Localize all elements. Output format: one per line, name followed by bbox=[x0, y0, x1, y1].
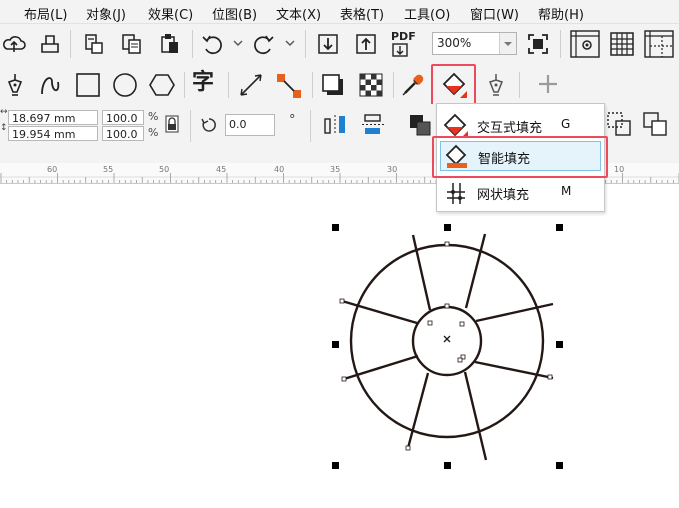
eyedropper-tool-icon[interactable] bbox=[400, 72, 426, 98]
transparency-tool-icon[interactable] bbox=[358, 72, 384, 98]
zoom-dropdown-button[interactable] bbox=[499, 33, 516, 54]
inner-circle bbox=[411, 305, 483, 377]
grid-toggle-icon[interactable] bbox=[608, 30, 636, 58]
connector-tool-icon[interactable] bbox=[275, 72, 303, 100]
rotation-angle-field[interactable]: 0.0 bbox=[225, 114, 275, 136]
flyout-item-mesh-fill[interactable]: 网状填充 M bbox=[437, 177, 602, 207]
degree-symbol: ° bbox=[289, 113, 296, 128]
height-arrow-icon: ↕ bbox=[0, 123, 8, 133]
drop-shadow-icon[interactable] bbox=[320, 72, 346, 98]
pdf-label: PDF bbox=[391, 30, 416, 43]
mirror-horizontal-icon[interactable] bbox=[322, 113, 348, 137]
guidelines-toggle-icon[interactable] bbox=[644, 30, 674, 58]
spoke-line bbox=[463, 371, 488, 461]
pen-tool-icon[interactable] bbox=[4, 72, 26, 98]
flyout-shortcut: G bbox=[561, 117, 571, 131]
flyout-shortcut: M bbox=[561, 184, 572, 198]
menu-bitmaps[interactable]: 位图(B) bbox=[212, 4, 257, 23]
dimension-tool-icon[interactable] bbox=[238, 72, 264, 98]
ruler-label: 30 bbox=[387, 165, 398, 174]
ruler-label: 60 bbox=[47, 165, 58, 174]
ruler-label: 50 bbox=[159, 165, 170, 174]
scale-y-field[interactable]: 100.0 bbox=[102, 126, 144, 141]
flyout-label: 交互式填充 bbox=[477, 121, 543, 136]
zoom-level-combo[interactable]: 300% bbox=[432, 32, 517, 55]
ruler-label: 45 bbox=[216, 165, 227, 174]
chevron-down-icon[interactable] bbox=[285, 38, 295, 48]
ruler-label: 10 bbox=[614, 165, 625, 174]
print-icon[interactable] bbox=[38, 32, 62, 56]
menu-window[interactable]: 窗口(W) bbox=[470, 4, 519, 23]
cloud-upload-icon[interactable] bbox=[2, 32, 26, 56]
add-tool-icon[interactable] bbox=[536, 72, 560, 96]
drawing-canvas[interactable] bbox=[0, 184, 679, 508]
outline-pen-icon[interactable] bbox=[485, 72, 507, 98]
mesh-fill-icon bbox=[447, 183, 465, 204]
center-marker bbox=[443, 335, 451, 343]
selection-handles bbox=[332, 224, 563, 469]
object-width-field[interactable]: 18.697 mm bbox=[8, 110, 98, 125]
full-screen-icon[interactable] bbox=[526, 32, 550, 56]
ellipse-tool-icon[interactable] bbox=[112, 72, 138, 98]
mirror-vertical-icon[interactable] bbox=[360, 113, 386, 137]
undo-icon[interactable] bbox=[200, 32, 224, 56]
spoke-line bbox=[406, 372, 430, 449]
menu-bar: 布局(L) 对象(J) 效果(C) 位图(B) 文本(X) 表格(T) 工具(O… bbox=[0, 0, 679, 24]
rectangle-tool-icon[interactable] bbox=[75, 72, 101, 98]
text-tool-icon[interactable]: 字 bbox=[192, 70, 214, 96]
export-pdf-icon[interactable]: PDF bbox=[390, 30, 418, 58]
scale-x-field[interactable]: 100.0 bbox=[102, 110, 144, 125]
scale-x-percent: % bbox=[148, 110, 159, 123]
trim-objects-icon[interactable] bbox=[642, 111, 670, 139]
lock-ratio-icon[interactable] bbox=[164, 115, 180, 133]
interactive-fill-tool-icon[interactable] bbox=[441, 72, 467, 100]
menu-object[interactable]: 对象(J) bbox=[86, 4, 126, 23]
width-arrow-icon: ↔ bbox=[0, 107, 8, 117]
rotate-icon bbox=[201, 118, 216, 132]
cut-icon[interactable] bbox=[82, 32, 106, 56]
menu-table[interactable]: 表格(T) bbox=[340, 4, 384, 23]
import-icon[interactable] bbox=[316, 32, 340, 56]
ruler-label: 40 bbox=[274, 165, 285, 174]
rulers-toggle-icon[interactable] bbox=[570, 30, 600, 58]
copy-icon[interactable] bbox=[120, 32, 144, 56]
paste-icon[interactable] bbox=[158, 32, 182, 56]
flyout-label: 网状填充 bbox=[477, 188, 530, 203]
menu-text[interactable]: 文本(X) bbox=[276, 4, 321, 23]
object-height-field[interactable]: 19.954 mm bbox=[8, 126, 98, 141]
wheel-drawing[interactable] bbox=[0, 184, 679, 508]
ruler-label: 55 bbox=[103, 165, 114, 174]
export-icon[interactable] bbox=[354, 32, 378, 56]
menu-layout[interactable]: 布局(L) bbox=[24, 4, 67, 23]
group-objects-icon[interactable] bbox=[408, 113, 432, 137]
spoke-line bbox=[464, 233, 487, 309]
weld-objects-icon[interactable] bbox=[606, 111, 634, 139]
zoom-value: 300% bbox=[437, 36, 472, 50]
ruler-label: 35 bbox=[330, 165, 341, 174]
scale-y-percent: % bbox=[148, 126, 159, 139]
smart-fill-highlight bbox=[432, 136, 608, 178]
freehand-curve-icon[interactable] bbox=[38, 72, 62, 98]
redo-icon[interactable] bbox=[252, 32, 276, 56]
menu-effects[interactable]: 效果(C) bbox=[148, 4, 193, 23]
chevron-down-icon[interactable] bbox=[233, 38, 243, 48]
polygon-tool-icon[interactable] bbox=[149, 72, 175, 98]
outer-circle bbox=[349, 243, 545, 439]
menu-help[interactable]: 帮助(H) bbox=[538, 4, 584, 23]
menu-tools[interactable]: 工具(O) bbox=[404, 4, 450, 23]
